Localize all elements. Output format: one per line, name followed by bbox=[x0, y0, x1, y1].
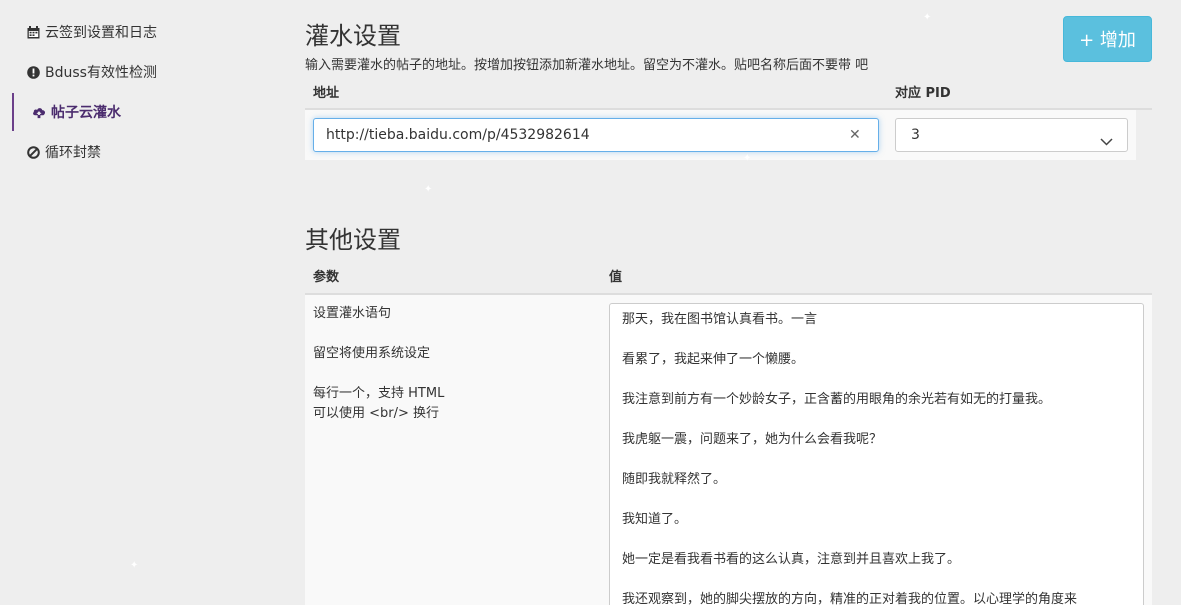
param-hint: 留空将使用系统设定 bbox=[313, 346, 431, 361]
col-pid-header: 对应 PID bbox=[895, 86, 951, 101]
sidebar-item-label: 循环封禁 bbox=[45, 145, 101, 161]
text-line: 她一定是看我看书看的这么认真，注意到并且喜欢上我了。 bbox=[622, 552, 961, 567]
sparkle-icon: ✦ bbox=[923, 12, 932, 23]
text-line: 我注意到前方有一个妙龄女子，正含蓄的用眼角的余光若有如无的打量我。 bbox=[622, 392, 1052, 407]
other-settings-title: 其他设置 bbox=[305, 226, 401, 254]
add-url-button[interactable]: + 增加 bbox=[1063, 16, 1152, 62]
pid-select[interactable]: 3 bbox=[895, 118, 1128, 152]
sidebar-item-sign-settings[interactable]: 云签到设置和日志 bbox=[12, 13, 282, 51]
sidebar-item-cloud-water[interactable]: 帖子云灌水 bbox=[12, 93, 282, 131]
sidebar-item-label: 云签到设置和日志 bbox=[45, 25, 157, 41]
param-hint: 每行一个，支持 HTML bbox=[313, 386, 445, 401]
sidebar-item-label: Bduss有效性检测 bbox=[45, 65, 157, 81]
cloud-upload-icon bbox=[32, 105, 46, 119]
param-hint: 可以使用 <br/> 换行 bbox=[313, 406, 440, 421]
water-description: 输入需要灌水的帖子的地址。按增加按钮添加新灌水地址。留空为不灌水。贴吧名称后面不… bbox=[305, 58, 869, 73]
col-value-header: 值 bbox=[609, 270, 623, 285]
text-line: 我知道了。 bbox=[622, 512, 688, 527]
col-url-header: 地址 bbox=[313, 86, 340, 101]
col-param-header: 参数 bbox=[313, 270, 340, 285]
clear-icon[interactable]: ✕ bbox=[849, 127, 861, 143]
text-line: 我虎躯一震，问题来了，她为什么会看我呢？ bbox=[622, 432, 883, 447]
calendar-icon bbox=[26, 25, 40, 39]
chevron-down-icon bbox=[1100, 131, 1113, 150]
sparkle-icon: ✦ bbox=[424, 184, 433, 195]
sparkle-icon: ✦ bbox=[743, 153, 752, 164]
text-line: 随即我就释然了。 bbox=[622, 472, 727, 487]
url-input[interactable]: http://tieba.baidu.com/p/4532982614 bbox=[313, 118, 879, 152]
table-row: 设置灌水语句 留空将使用系统设定 每行一个，支持 HTML 可以使用 <br/>… bbox=[305, 295, 1152, 605]
sidebar-item-bduss-check[interactable]: Bduss有效性检测 bbox=[12, 53, 282, 91]
sparkle-icon: ✦ bbox=[130, 560, 139, 571]
text-line: 我还观察到，她的脚尖摆放的方向，精准的正对着我的位置。以心理学的角度来 bbox=[622, 592, 1078, 605]
text-line: 看累了，我起来伸了一个懒腰。 bbox=[622, 352, 805, 367]
other-table-header: 参数 值 bbox=[305, 266, 1152, 295]
param-name: 设置灌水语句 bbox=[313, 306, 392, 321]
sidebar-item-label: 帖子云灌水 bbox=[51, 105, 121, 121]
water-text-textarea[interactable]: 那天，我在图书馆认真看书。一言 看累了，我起来伸了一个懒腰。 我注意到前方有一个… bbox=[609, 303, 1144, 605]
text-line: 那天，我在图书馆认真看书。一言 bbox=[622, 312, 818, 327]
ban-icon bbox=[26, 145, 40, 159]
sidebar-item-loop-ban[interactable]: 循环封禁 bbox=[12, 133, 282, 171]
exclamation-circle-icon bbox=[26, 65, 40, 79]
table-row: http://tieba.baidu.com/p/4532982614 ✕ 3 bbox=[305, 110, 1136, 160]
param-description: 设置灌水语句 留空将使用系统设定 每行一个，支持 HTML 可以使用 <br/>… bbox=[313, 304, 444, 424]
water-settings-title: 灌水设置 bbox=[305, 22, 401, 50]
water-table-header: 地址 对应 PID bbox=[305, 82, 1152, 110]
